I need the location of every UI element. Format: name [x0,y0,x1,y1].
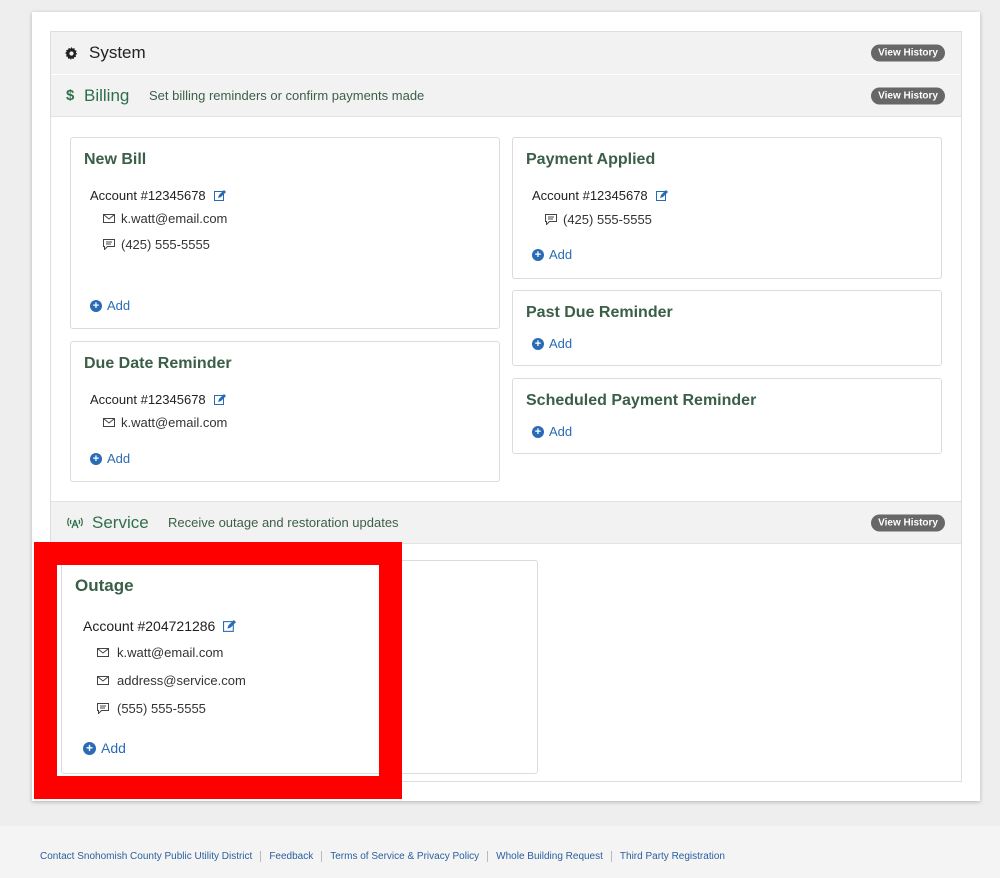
account-row: Account #12345678 [90,188,226,203]
account-row: Account #12345678 [90,392,226,407]
envelope-icon [103,418,115,427]
account-number: Account #204721286 [83,618,216,634]
gear-icon [65,46,78,60]
past-due-reminder-card: Past Due Reminder + Add [512,290,942,366]
due-date-reminder-card: Due Date Reminder Account #12345678 k.wa… [70,341,500,482]
account-number: Account #12345678 [90,188,206,203]
add-label: Add [107,298,131,313]
add-button[interactable]: + Add [90,451,130,466]
billing-title: Billing [84,85,130,105]
footer-link-third-party[interactable]: Third Party Registration [610,851,733,862]
footer-links: Contact Snohomish County Public Utility … [40,851,733,862]
email-row: k.watt@email.com [97,645,223,660]
new-bill-card: New Bill Account #12345678 k.watt@email.… [70,137,500,329]
chat-icon [103,239,115,250]
service-section-header[interactable]: Service Receive outage and restoration u… [51,501,961,544]
phone-row: (425) 555-5555 [103,237,210,252]
email-value: k.watt@email.com [121,415,228,430]
footer-link-feedback[interactable]: Feedback [260,851,321,862]
plus-circle-icon: + [532,337,544,350]
chat-icon [97,703,109,714]
envelope-icon [103,214,115,223]
footer: Contact Snohomish County Public Utility … [0,826,1000,878]
email-row: k.watt@email.com [103,211,227,226]
billing-section-header[interactable]: $ Billing Set billing reminders or confi… [51,75,961,117]
add-button[interactable]: + Add [90,298,130,313]
phone-row: (555) 555-5555 [97,701,206,716]
card-title: New Bill [84,151,147,168]
add-label: Add [101,740,126,756]
account-number: Account #12345678 [532,188,648,203]
add-label: Add [549,247,573,262]
phone-row: (425) 555-5555 [545,212,652,227]
card-title: Payment Applied [526,151,656,168]
card-title: Due Date Reminder [84,355,232,372]
plus-circle-icon: + [90,299,102,312]
billing-description: Set billing reminders or confirm payment… [149,88,425,103]
plus-circle-icon: + [83,741,96,755]
card-title: Outage [75,576,134,595]
add-button[interactable]: + Add [532,424,572,439]
account-row: Account #204721286 [83,618,237,634]
phone-value: (555) 555-5555 [117,701,206,716]
email-row-2: address@service.com [97,673,246,688]
envelope-icon [97,676,109,685]
email-value: k.watt@email.com [121,211,228,226]
edit-icon[interactable] [655,189,668,202]
add-button[interactable]: + Add [532,247,572,262]
email-row: k.watt@email.com [103,415,227,430]
billing-view-history-button[interactable]: View History [871,87,945,104]
service-title: Service [92,512,149,532]
broadcast-tower-icon [66,516,84,529]
payment-applied-card: Payment Applied Account #12345678 (425) … [512,137,942,279]
card-title: Scheduled Payment Reminder [526,392,757,409]
footer-link-whole-building[interactable]: Whole Building Request [487,851,611,862]
plus-circle-icon: + [90,452,102,465]
edit-icon[interactable] [213,189,226,202]
phone-value: (425) 555-5555 [121,237,210,252]
add-button[interactable]: + Add [532,336,572,351]
edit-icon[interactable] [223,619,237,633]
chat-icon [545,214,557,225]
add-label: Add [107,451,131,466]
account-number: Account #12345678 [90,392,206,407]
system-title: System [89,43,146,62]
footer-link-contact[interactable]: Contact Snohomish County Public Utility … [40,851,260,862]
footer-link-terms[interactable]: Terms of Service & Privacy Policy [321,851,487,862]
outage-card: Outage Account #204721286 k.watt@email.c… [61,560,538,774]
plus-circle-icon: + [532,425,544,438]
system-section-header[interactable]: System View History [51,32,961,74]
add-button[interactable]: + Add [83,740,126,756]
service-description: Receive outage and restoration updates [168,515,399,530]
email-value: address@service.com [117,673,246,688]
add-label: Add [549,424,573,439]
plus-circle-icon: + [532,248,544,261]
edit-icon[interactable] [213,393,226,406]
phone-value: (425) 555-5555 [563,212,652,227]
add-label: Add [549,336,573,351]
envelope-icon [97,648,109,657]
account-row: Account #12345678 [532,188,668,203]
dollar-icon: $ [66,87,75,104]
scheduled-payment-reminder-card: Scheduled Payment Reminder + Add [512,378,942,454]
service-view-history-button[interactable]: View History [871,514,945,531]
card-title: Past Due Reminder [526,304,673,321]
email-value: k.watt@email.com [117,645,224,660]
system-view-history-button[interactable]: View History [871,44,945,62]
